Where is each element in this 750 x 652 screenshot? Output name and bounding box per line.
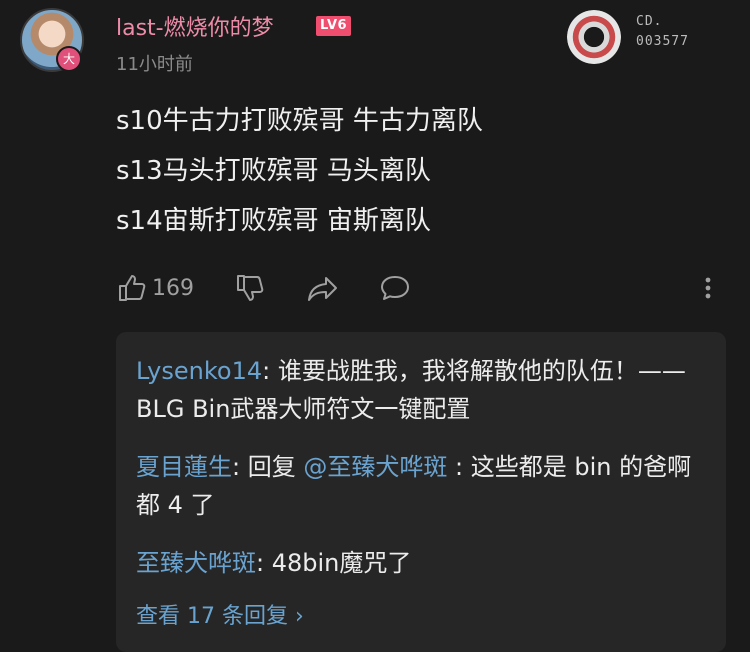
comment-line: s10牛古力打败殡哥 牛古力离队	[116, 106, 483, 136]
dislike-button[interactable]	[234, 270, 266, 306]
action-bar: 169	[116, 270, 726, 306]
share-icon	[306, 272, 340, 304]
fan-medal-number: CD. 003577	[636, 14, 689, 49]
thumbs-down-icon	[234, 272, 266, 304]
thumbs-up-icon	[116, 272, 148, 304]
view-more-replies-link[interactable]: 查看 17 条回复 ›	[136, 598, 304, 630]
reply-author[interactable]: 夏目蓮生	[136, 453, 232, 481]
reply-item[interactable]: 夏目蓮生: 回复 @至臻犬哗斑 : 这些都是 bin 的爸啊都 4 了	[136, 448, 696, 524]
comment-time: 11小时前	[116, 54, 193, 75]
avatar-badge: 大	[56, 46, 82, 72]
reply-item[interactable]: Lysenko14: 谁要战胜我，我将解散他的队伍！—— BLG Bin武器大师…	[136, 352, 696, 428]
reply-mention[interactable]: @至臻犬哗斑	[303, 453, 447, 481]
share-button[interactable]	[306, 270, 340, 306]
reply-text: 48bin魔咒了	[271, 549, 412, 577]
user-avatar[interactable]: 大	[20, 8, 84, 72]
username[interactable]: last-燃烧你的梦	[116, 10, 274, 42]
like-button[interactable]: 169	[116, 270, 194, 306]
reply-button[interactable]	[378, 270, 412, 306]
reply-separator: :	[262, 357, 278, 385]
more-options-button[interactable]	[698, 270, 718, 306]
reply-separator: :	[232, 453, 248, 481]
more-vertical-icon	[698, 272, 718, 304]
reply-author[interactable]: Lysenko14	[136, 357, 262, 385]
reply-prefix: 回复	[247, 453, 304, 481]
comment-icon	[378, 272, 412, 304]
like-count: 169	[152, 275, 194, 301]
reply-author[interactable]: 至臻犬哗斑	[136, 549, 256, 577]
reply-item[interactable]: 至臻犬哗斑: 48bin魔咒了	[136, 544, 696, 582]
reply-separator: :	[256, 549, 272, 577]
fan-medal-icon[interactable]	[567, 10, 621, 64]
comment-line: s13马头打败殡哥 马头离队	[116, 156, 431, 186]
replies-panel: Lysenko14: 谁要战胜我，我将解散他的队伍！—— BLG Bin武器大师…	[116, 332, 726, 652]
comment-line: s14宙斯打败殡哥 宙斯离队	[116, 206, 431, 236]
level-badge: LV6	[316, 16, 352, 36]
